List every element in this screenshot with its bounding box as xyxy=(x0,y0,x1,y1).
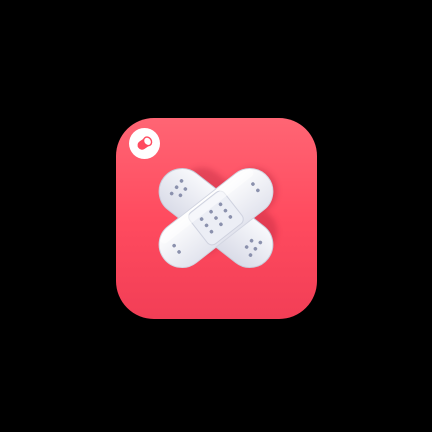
pill-icon xyxy=(129,128,160,159)
icon-canvas xyxy=(0,0,432,432)
pill-badge xyxy=(129,128,160,159)
